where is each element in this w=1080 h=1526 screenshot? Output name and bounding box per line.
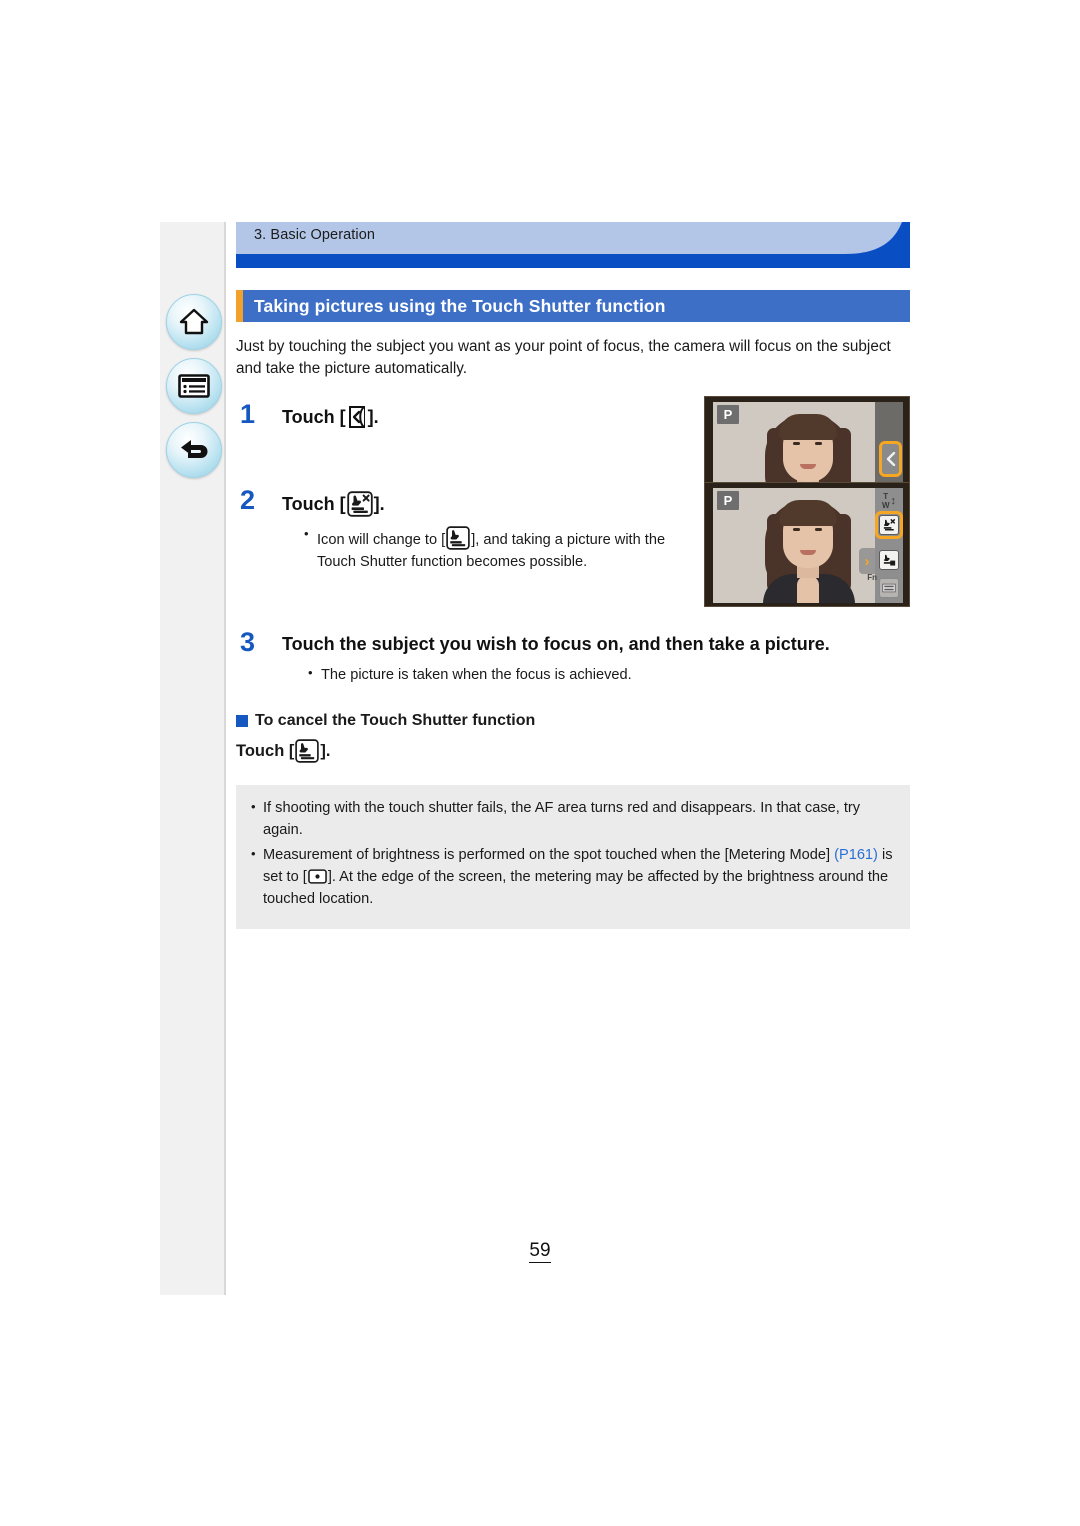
touch-shutter-on-icon [446, 526, 470, 551]
home-button[interactable] [166, 294, 222, 350]
camera-screen-step2: P T W ↕ › Fn [704, 482, 910, 608]
page-number-value: 59 [529, 1240, 551, 1263]
cancel-heading: To cancel the Touch Shutter function [236, 712, 910, 730]
step-3-bullets: The picture is taken when the focus is a… [308, 664, 910, 686]
highlight-ring-2 [875, 511, 903, 540]
mode-badge-p-1: P [717, 405, 739, 425]
touch-shutter-off-icon [346, 491, 373, 518]
arrow-glyph: › [864, 552, 870, 570]
page-title: Taking pictures using the Touch Shutter … [254, 295, 666, 316]
step-1: 1 Touch [ ]. P [236, 396, 910, 522]
fn-assigned-button[interactable] [879, 578, 899, 599]
touch-tab-chevron-icon [347, 405, 367, 429]
zoom-label-t: T [883, 492, 889, 502]
back-arrow-icon [178, 437, 210, 463]
page-reference-link[interactable]: (P161) [834, 847, 878, 863]
note-item-1: If shooting with the touch shutter fails… [251, 797, 895, 841]
spot-metering-icon [307, 869, 327, 884]
step-1-text-suffix: ]. [367, 406, 379, 427]
step-2-text-suffix: ]. [373, 493, 385, 514]
step-2-number: 2 [240, 485, 256, 516]
touch-ae-button[interactable] [879, 550, 899, 571]
cancel-heading-text: To cancel the Touch Shutter function [255, 712, 536, 730]
back-button[interactable] [166, 422, 222, 478]
contents-button[interactable] [166, 358, 222, 414]
intro-paragraph: Just by touching the subject you want as… [236, 338, 891, 377]
note-2-part1: Measurement of brightness is performed o… [263, 847, 835, 864]
step-2-text-prefix: Touch [ [282, 493, 346, 514]
mode-badge-p-2: P [717, 491, 739, 511]
step-3: 3 Touch the subject you wish to focus on… [236, 628, 910, 687]
step-2-bullets: Icon will change to [ ], and taking a pi… [304, 525, 680, 572]
step-2-heading: Touch [ ]. [282, 491, 680, 518]
step-2: 2 Touch [ ]. • Icon will change to [], … [236, 482, 910, 608]
section-title-bar: Taking pictures using the Touch Shutter … [236, 290, 910, 322]
notes-box: If shooting with the touch shutter fails… [236, 785, 910, 930]
navigation-sidebar [160, 222, 226, 1295]
step-1-heading: Touch [ ]. [282, 405, 680, 429]
breadcrumb: 3. Basic Operation [236, 222, 910, 268]
step-1-number: 1 [240, 399, 256, 430]
cancel-touch-suffix: ]. [320, 741, 331, 760]
cancel-touch-prefix: Touch [ [236, 741, 295, 760]
section-title-accent [236, 290, 243, 322]
page-number: 59 [0, 1240, 1080, 1263]
step-3-heading: Touch the subject you wish to focus on, … [282, 633, 830, 654]
manual-page: 3. Basic Operation Taking pictures using… [0, 0, 1080, 1526]
step-3-number: 3 [240, 626, 256, 657]
cancel-instruction: Touch [ ]. [236, 739, 910, 764]
step-3-bullet-1: The picture is taken when the focus is a… [308, 664, 910, 686]
highlight-ring-1 [879, 441, 902, 478]
breadcrumb-corner-shape [790, 222, 910, 268]
step-1-text-prefix: Touch [ [282, 406, 346, 427]
fn-label-2: Fn [867, 573, 877, 583]
zoom-label-w: W [881, 501, 890, 511]
section-marker-square [236, 715, 248, 728]
camera-screen-2-viewport: P T W ↕ › Fn [713, 488, 903, 604]
content-column: 3. Basic Operation Taking pictures using… [236, 222, 910, 930]
contents-icon [178, 374, 210, 398]
home-icon [179, 308, 209, 336]
toolbar-collapse-arrow-icon[interactable]: › [859, 548, 875, 575]
breadcrumb-label: 3. Basic Operation [254, 227, 376, 243]
step-2-bullet-before: Icon will change to [ [317, 532, 446, 549]
cancel-section: To cancel the Touch Shutter function Tou… [236, 712, 910, 764]
touch-shutter-on-icon [295, 739, 320, 764]
note-2-part3: ]. At the edge of the screen, the meteri… [263, 869, 889, 907]
step-2-bullet-1: Icon will change to [ ], and taking a pi… [304, 525, 680, 572]
note-item-2: Measurement of brightness is performed o… [251, 844, 895, 910]
